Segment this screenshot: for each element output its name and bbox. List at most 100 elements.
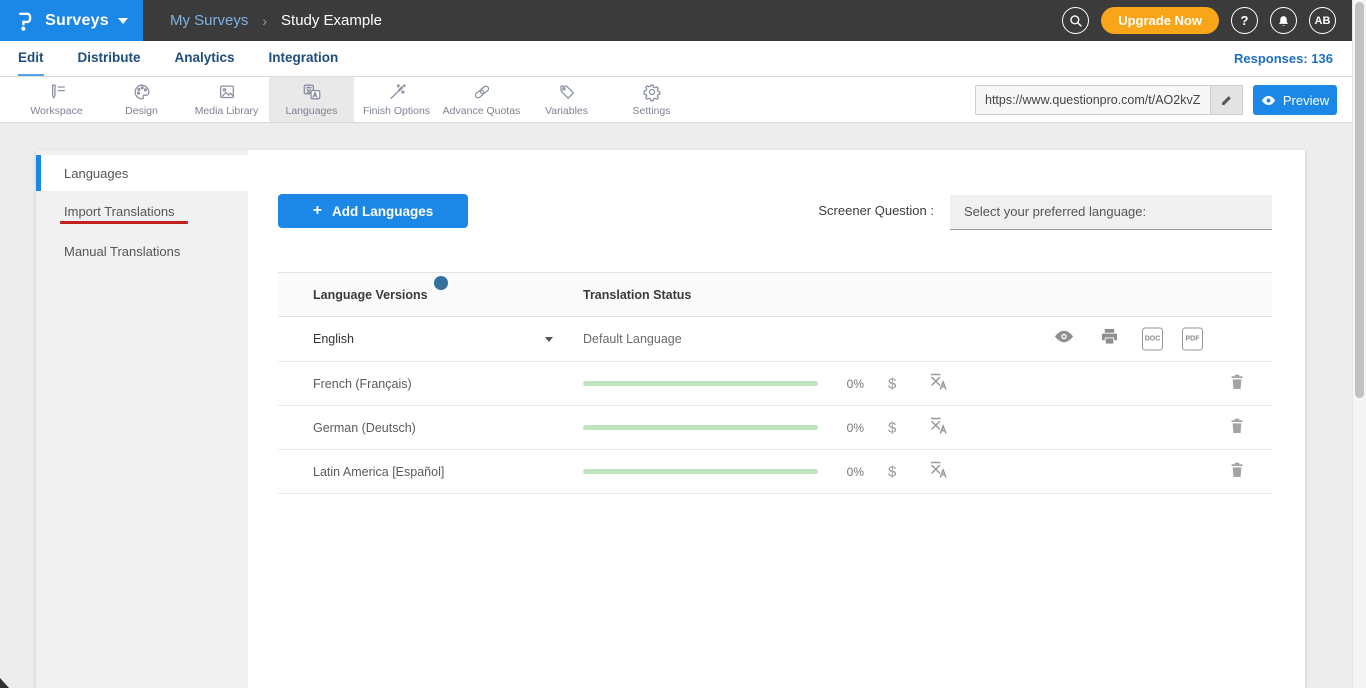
toolbar-item-design[interactable]: Design xyxy=(99,77,184,122)
breadcrumb-parent-link[interactable]: My Surveys xyxy=(170,12,248,29)
questionpro-logo-icon xyxy=(15,9,36,32)
toolbar-item-finish-options[interactable]: Finish Options xyxy=(354,77,439,122)
plus-icon: + xyxy=(313,203,322,219)
edit-toolbar: Workspace Design Media Library Languages… xyxy=(0,77,1352,123)
currency-icon[interactable]: $ xyxy=(888,375,896,392)
eye-icon xyxy=(1053,330,1075,343)
column-language-versions: Language Versions? xyxy=(313,273,448,318)
vertical-scrollbar[interactable] xyxy=(1352,0,1366,688)
tab-edit[interactable]: Edit xyxy=(18,41,44,76)
currency-icon[interactable]: $ xyxy=(888,463,896,480)
language-rows: French (Français) 0% $ German (Deutsch) … xyxy=(278,362,1272,494)
table-row-default-language: English Default Language xyxy=(278,317,1272,362)
magic-wand-icon xyxy=(386,82,408,102)
pencil-icon xyxy=(1220,94,1233,107)
languages-panel: Languages Import Translations Manual Tra… xyxy=(36,150,1305,688)
sidebar-item-import-translations[interactable]: Import Translations xyxy=(36,191,248,231)
translation-progress-bar xyxy=(583,381,818,386)
language-name: German (Deutsch) xyxy=(313,421,416,435)
translate-icon xyxy=(929,461,948,478)
help-icon: ? xyxy=(1241,13,1249,28)
edit-url-button[interactable] xyxy=(1210,86,1242,114)
trash-icon xyxy=(1230,373,1244,389)
delete-language-button[interactable] xyxy=(1230,461,1244,482)
tab-analytics[interactable]: Analytics xyxy=(175,41,235,76)
breadcrumb-separator: › xyxy=(262,13,267,29)
upgrade-now-button[interactable]: Upgrade Now xyxy=(1101,7,1219,34)
toolbar-item-advance-quotas[interactable]: Advance Quotas xyxy=(439,77,524,122)
tab-integration[interactable]: Integration xyxy=(269,41,339,76)
auto-translate-button[interactable] xyxy=(929,373,948,395)
table-row-language: German (Deutsch) 0% $ xyxy=(278,406,1272,450)
toolbar-item-variables[interactable]: Variables xyxy=(524,77,609,122)
tag-icon xyxy=(556,82,578,102)
printer-icon xyxy=(1100,328,1119,345)
gear-icon xyxy=(641,82,663,102)
help-button[interactable]: ? xyxy=(1231,7,1258,34)
toolbar-item-media-library[interactable]: Media Library xyxy=(184,77,269,122)
currency-icon[interactable]: $ xyxy=(888,419,896,436)
eye-icon xyxy=(1261,95,1276,106)
search-button[interactable] xyxy=(1062,7,1089,34)
export-doc-button[interactable]: DOC xyxy=(1142,328,1163,351)
tab-distribute[interactable]: Distribute xyxy=(78,41,141,76)
notifications-button[interactable] xyxy=(1270,7,1297,34)
translate-icon xyxy=(929,373,948,390)
survey-nav-tabs: Edit Distribute Analytics Integration Re… xyxy=(0,41,1352,77)
progress-percent: 0% xyxy=(830,377,864,391)
breadcrumb: My Surveys › Study Example xyxy=(170,0,382,41)
auto-translate-button[interactable] xyxy=(929,417,948,439)
translation-progress-bar xyxy=(583,425,818,430)
workspace-icon xyxy=(46,82,68,102)
red-underline-annotation xyxy=(60,221,188,224)
doc-file-icon: DOC xyxy=(1142,328,1163,351)
table-row-language: French (Français) 0% $ xyxy=(278,362,1272,406)
languages-content: + Add Languages Screener Question : Sele… xyxy=(248,150,1305,688)
print-button[interactable] xyxy=(1100,328,1119,350)
active-indicator-bar xyxy=(36,155,41,191)
delete-language-button[interactable] xyxy=(1230,373,1244,394)
pdf-file-icon: PDF xyxy=(1182,328,1203,351)
toolbar-item-settings[interactable]: Settings xyxy=(609,77,694,122)
language-versions-table: Language Versions? Translation Status En… xyxy=(278,272,1272,494)
top-header-bar: Surveys My Surveys › Study Example Upgra… xyxy=(0,0,1352,41)
table-row-language: Latin America [Español] 0% $ xyxy=(278,450,1272,494)
auto-translate-button[interactable] xyxy=(929,461,948,483)
chain-links-icon xyxy=(471,82,493,102)
stray-cursor-artifact xyxy=(0,678,9,688)
breadcrumb-current: Study Example xyxy=(281,12,382,29)
view-survey-button[interactable] xyxy=(1053,330,1075,348)
product-menu-label: Surveys xyxy=(45,12,109,30)
survey-url[interactable]: https://www.questionpro.com/t/AO2kvZ xyxy=(976,86,1210,114)
screener-question-select[interactable]: Select your preferred language: xyxy=(950,195,1272,230)
responses-count[interactable]: Responses: 136 xyxy=(1234,41,1333,76)
preview-button[interactable]: Preview xyxy=(1253,85,1337,115)
sidebar-item-languages[interactable]: Languages xyxy=(36,155,248,191)
toolbar-item-languages[interactable]: Languages xyxy=(269,77,354,122)
bell-icon xyxy=(1277,14,1290,28)
language-name: Latin America [Español] xyxy=(313,465,444,479)
table-header-row: Language Versions? Translation Status xyxy=(278,272,1272,317)
screener-question-label: Screener Question : xyxy=(818,203,934,218)
avatar-initials: AB xyxy=(1315,15,1331,27)
translate-squares-icon xyxy=(300,82,324,102)
sidebar-item-manual-translations[interactable]: Manual Translations xyxy=(36,231,248,271)
scrollbar-thumb[interactable] xyxy=(1355,2,1364,398)
help-icon[interactable]: ? xyxy=(434,276,448,290)
avatar[interactable]: AB xyxy=(1309,7,1336,34)
translation-progress-bar xyxy=(583,469,818,474)
trash-icon xyxy=(1230,461,1244,477)
header-actions: Upgrade Now ? AB xyxy=(1062,0,1336,41)
translate-icon xyxy=(929,417,948,434)
default-language-status: Default Language xyxy=(583,332,682,346)
column-translation-status: Translation Status xyxy=(583,273,691,318)
product-menu[interactable]: Surveys xyxy=(0,0,143,41)
toolbar-item-workspace[interactable]: Workspace xyxy=(14,77,99,122)
export-pdf-button[interactable]: PDF xyxy=(1182,328,1203,351)
delete-language-button[interactable] xyxy=(1230,417,1244,438)
language-dropdown-caret-icon[interactable] xyxy=(545,337,553,342)
chevron-down-icon xyxy=(118,18,128,24)
default-language-name[interactable]: English xyxy=(313,332,354,346)
progress-percent: 0% xyxy=(830,465,864,479)
add-languages-button[interactable]: + Add Languages xyxy=(278,194,468,228)
